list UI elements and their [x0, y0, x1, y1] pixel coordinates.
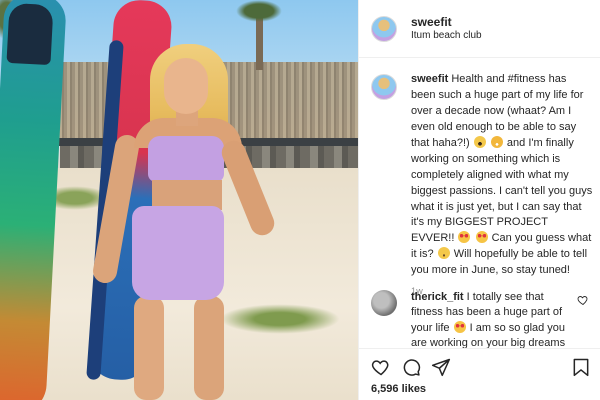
grinning-face-emoji-icon — [490, 135, 503, 148]
heart-eyes-emoji-icon — [453, 320, 466, 333]
leg — [134, 296, 164, 400]
screaming-face-emoji-icon — [473, 135, 486, 148]
likes-count[interactable]: 6,596 likes — [371, 383, 426, 395]
comment-icon[interactable] — [401, 357, 421, 377]
post-photo[interactable] — [0, 0, 358, 400]
action-bar: 6,596 likes — [359, 348, 600, 400]
instagram-post: sweefit Itum beach club sweefit Health a… — [0, 0, 600, 400]
heart-eyes-emoji-icon — [458, 231, 471, 244]
comment: therick_fit I totally see that fitness h… — [371, 290, 597, 352]
commenter-avatar[interactable] — [371, 290, 397, 316]
post-header: sweefit Itum beach club — [359, 0, 600, 58]
comment-like-heart-icon[interactable] — [577, 294, 589, 306]
heart-eyes-emoji-icon — [475, 231, 488, 244]
post-side-panel: sweefit Itum beach club sweefit Health a… — [358, 0, 600, 400]
username-link[interactable]: sweefit — [411, 15, 482, 29]
share-icon[interactable] — [431, 357, 451, 377]
bookmark-icon[interactable] — [571, 357, 591, 377]
woman-figure — [91, 44, 284, 400]
caption: sweefit Health and #fitness has been suc… — [371, 72, 597, 298]
arm — [218, 137, 278, 239]
heart-icon[interactable] — [371, 357, 391, 377]
caption-username[interactable]: sweefit — [411, 73, 448, 85]
leg — [194, 296, 224, 400]
palm-leaves — [236, 0, 282, 22]
caption-text: and I'm finally working on something whi… — [411, 136, 593, 245]
sports-top — [148, 136, 224, 182]
location-link[interactable]: Itum beach club — [411, 30, 482, 42]
surfboard-left-stripe — [6, 2, 54, 66]
comment-username[interactable]: therick_fit — [411, 291, 464, 303]
avatar[interactable] — [371, 74, 397, 100]
avatar[interactable] — [371, 15, 397, 42]
thinking-face-emoji-icon — [437, 247, 450, 260]
biker-shorts — [132, 206, 224, 300]
face — [164, 58, 208, 114]
